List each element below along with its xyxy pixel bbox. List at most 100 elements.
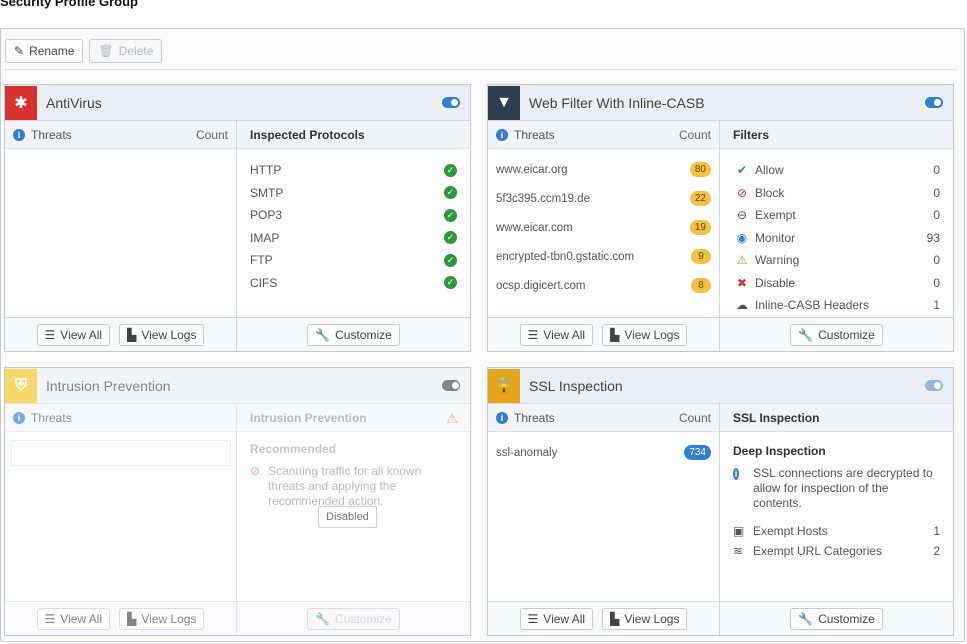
bug-icon: ✱ xyxy=(5,85,37,120)
list-icon: ☰ xyxy=(44,611,56,626)
protocol-label: CIFS xyxy=(250,275,278,290)
threat-filter-box xyxy=(11,440,231,466)
logs-icon: ▙ xyxy=(610,611,620,626)
filter-label: Allow xyxy=(755,163,784,178)
ips-right-col: Intrusion Prevention ⚠ Recommended ⊘ Sca… xyxy=(237,404,470,601)
view-logs-button[interactable]: ▙ View Logs xyxy=(119,323,205,346)
exempt-hosts-row[interactable]: ▣ Exempt Hosts 1 xyxy=(733,521,940,541)
protocol-list: HTTP ✓ SMTP ✓ POP3 ✓ IMAP ✓ FTP ✓ CIFS ✓ xyxy=(237,149,470,304)
exempt-url-label: Exempt URL Categories xyxy=(753,544,882,558)
protocol-label: IMAP xyxy=(250,230,280,245)
wrench-icon: 🔧 xyxy=(798,611,814,626)
info-icon: i xyxy=(13,128,25,141)
toolbar-divider xyxy=(5,69,958,70)
ssl-title: SSL Inspection xyxy=(529,377,623,394)
protocols-header: Inspected Protocols xyxy=(237,121,470,149)
filter-label: Exempt xyxy=(755,208,796,223)
filter-label: Monitor xyxy=(755,230,796,245)
customize-button-disabled[interactable]: 🔧 Customize xyxy=(307,607,400,630)
info-icon: i xyxy=(733,468,740,480)
antivirus-toggle[interactable] xyxy=(442,97,460,108)
filter-label: Inline-CASB Headers xyxy=(755,298,870,313)
protocol-row: CIFS ✓ xyxy=(250,272,457,295)
list-icon: ☰ xyxy=(527,611,539,626)
check-circle-icon: ✓ xyxy=(444,231,457,245)
view-logs-button[interactable]: ▙ View Logs xyxy=(119,607,205,630)
ssl-details: Deep Inspection i SSL connections are de… xyxy=(720,432,953,573)
pencil-icon: ✎ xyxy=(14,44,25,58)
ips-footer: ☰ View All ▙ View Logs 🔧 Customize xyxy=(5,601,470,635)
view-all-button[interactable]: ☰ View All xyxy=(519,323,594,346)
ssl-footer: ☰ View All ▙ View Logs 🔧 Customize xyxy=(488,601,953,635)
threats-label: Threats xyxy=(514,410,555,425)
ips-right-header: Intrusion Prevention xyxy=(237,404,470,432)
list-item[interactable]: 5f3c395.ccm19.de 22 xyxy=(496,184,711,213)
filter-label: Disable xyxy=(755,275,796,290)
view-all-button[interactable]: ☰ View All xyxy=(36,323,111,346)
threats-header: i Threats Count xyxy=(488,404,719,432)
info-icon: i xyxy=(496,411,508,424)
count-label: Count xyxy=(678,410,711,425)
webfilter-card: ▼ Web Filter With Inline-CASB i Threats … xyxy=(487,84,954,352)
toolbar: ✎ Rename 🗑 Delete xyxy=(5,39,163,63)
customize-button[interactable]: 🔧 Customize xyxy=(790,607,883,630)
filter-row[interactable]: ✔ Allow 0 xyxy=(735,159,940,182)
filter-value: 0 xyxy=(933,163,940,178)
count-badge: 80 xyxy=(689,162,711,177)
filter-row[interactable]: ◉ Monitor 93 xyxy=(735,227,940,250)
filter-value: 1 xyxy=(933,298,940,313)
webfilter-footer: ☰ View All ▙ View Logs 🔧 Customize xyxy=(488,317,953,351)
filter-label: Warning xyxy=(755,253,800,268)
view-logs-label: View Logs xyxy=(624,611,680,626)
protocol-row: POP3 ✓ xyxy=(250,204,457,227)
ips-right-header-label: Intrusion Prevention xyxy=(250,410,367,425)
disabled-icon: ⊘ xyxy=(250,464,261,478)
ips-header: ⛨ Intrusion Prevention xyxy=(5,368,470,404)
customize-button[interactable]: 🔧 Customize xyxy=(307,323,400,346)
threats-label: Threats xyxy=(31,410,72,425)
delete-button[interactable]: 🗑 Delete xyxy=(89,39,163,63)
view-logs-button[interactable]: ▙ View Logs xyxy=(602,607,688,630)
protocol-row: IMAP ✓ xyxy=(250,227,457,250)
page-title: Security Profile Group xyxy=(0,0,138,9)
list-item[interactable]: www.eicar.com 19 xyxy=(496,213,711,242)
rename-button[interactable]: ✎ Rename xyxy=(5,39,84,63)
view-logs-button[interactable]: ▙ View Logs xyxy=(602,323,688,346)
count-badge: 22 xyxy=(689,191,711,206)
view-all-button[interactable]: ☰ View All xyxy=(36,607,111,630)
filter-row[interactable]: ✖ Disable 0 xyxy=(735,272,940,295)
list-item[interactable]: encrypted-tbn0.gstatic.com 9 xyxy=(496,242,711,271)
logs-icon: ▙ xyxy=(610,327,620,342)
view-all-label: View All xyxy=(543,611,586,626)
warning-icon: ⚠ xyxy=(446,411,458,426)
shield-icon: ⛨ xyxy=(5,368,37,403)
ips-toggle[interactable] xyxy=(442,380,460,391)
protocol-label: SMTP xyxy=(250,185,284,200)
ips-card: ⛨ Intrusion Prevention i Threats Intrusi… xyxy=(4,367,471,636)
ssl-toggle[interactable] xyxy=(925,380,943,391)
webfilter-toggle[interactable] xyxy=(925,97,943,108)
exempt-url-row[interactable]: ≋ Exempt URL Categories 2 xyxy=(733,541,940,561)
list-item[interactable]: ocsp.digicert.com 8 xyxy=(496,271,711,300)
delete-label: Delete xyxy=(118,44,154,58)
customize-label: Customize xyxy=(818,327,875,342)
threats-header: i Threats Count xyxy=(5,121,236,149)
recommended-label: Recommended xyxy=(250,442,337,456)
customize-label: Customize xyxy=(335,611,392,626)
logs-icon: ▙ xyxy=(127,327,137,342)
filter-row[interactable]: ⊖ Exempt 0 xyxy=(735,204,940,227)
customize-button[interactable]: 🔧 Customize xyxy=(790,323,883,346)
filter-row[interactable]: ☁ Inline-CASB Headers 1 xyxy=(735,294,940,317)
list-item[interactable]: www.eicar.org 80 xyxy=(496,155,711,184)
antivirus-title: AntiVirus xyxy=(46,94,102,111)
antivirus-header: ✱ AntiVirus xyxy=(5,85,470,121)
threat-name: ocsp.digicert.com xyxy=(496,279,586,292)
eye-icon: ◉ xyxy=(736,230,748,245)
view-logs-label: View Logs xyxy=(624,327,680,342)
view-all-button[interactable]: ☰ View All xyxy=(519,607,594,630)
filter-row[interactable]: ⚠ Warning 0 xyxy=(735,249,940,272)
filter-row[interactable]: ⊘ Block 0 xyxy=(735,182,940,205)
list-item[interactable]: ssl-anomaly 734 xyxy=(496,438,711,467)
filters-header: Filters xyxy=(720,121,953,149)
warning-icon: ⚠ xyxy=(736,253,748,268)
